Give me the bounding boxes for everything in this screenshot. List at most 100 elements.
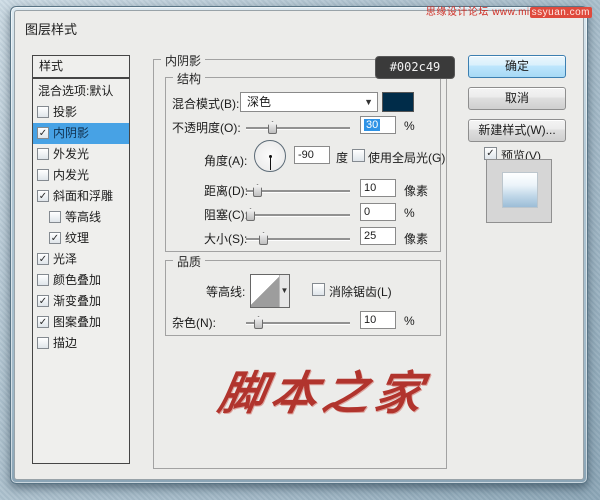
distance-label: 距离(D):	[204, 182, 248, 199]
style-preview-box	[486, 159, 552, 223]
quality-group-title: 品质	[173, 253, 205, 270]
sidebar-item-label: 等高线	[65, 210, 101, 224]
effect-checkbox[interactable]: ✓	[37, 127, 49, 139]
effect-checkbox[interactable]	[37, 337, 49, 349]
sidebar-item-label: 图案叠加	[53, 315, 101, 329]
site-watermark: 思缘设计论坛 www.missyuan.com	[426, 3, 592, 18]
effect-checkbox[interactable]: ✓	[49, 232, 61, 244]
sidebar-item-label: 渐变叠加	[53, 294, 101, 308]
size-value: 25	[364, 230, 376, 242]
site-watermark-url: www.mi	[492, 7, 529, 18]
structure-group-title: 结构	[173, 70, 205, 87]
antialias-checkbox[interactable]	[312, 283, 325, 296]
sidebar-item-2[interactable]: ✓ 内阴影	[33, 123, 129, 144]
sidebar-item-label: 斜面和浮雕	[53, 189, 113, 203]
angle-dial[interactable]	[254, 140, 286, 172]
effect-checkbox[interactable]: ✓	[37, 316, 49, 328]
sidebar-item-1[interactable]: 投影	[33, 102, 129, 123]
desktop: 思缘设计论坛 www.missyuan.com 图层样式 样式 混合选项:默认投…	[0, 0, 600, 500]
size-field[interactable]: 25	[360, 227, 396, 245]
sidebar-item-4[interactable]: 内发光	[33, 165, 129, 186]
ok-button[interactable]: 确定	[468, 55, 566, 78]
sidebar-item-label: 内发光	[53, 168, 89, 182]
choke-unit: %	[404, 206, 415, 220]
sidebar-item-label: 纹理	[65, 231, 89, 245]
chevron-down-icon: ▼	[279, 275, 289, 307]
effect-checkbox[interactable]: ✓	[37, 190, 49, 202]
distance-value: 10	[364, 182, 376, 194]
style-effects-list[interactable]: 混合选项:默认投影 ✓ 内阴影外发光内发光 ✓ 斜面和浮雕等高线 ✓ 纹理 ✓ 光泽颜色叠加 ✓ 渐…	[32, 78, 130, 464]
sidebar-item-5[interactable]: ✓ 斜面和浮雕	[33, 186, 129, 207]
opacity-unit: %	[404, 119, 415, 133]
contour-thumbnail	[251, 275, 279, 307]
sidebar-item-8[interactable]: ✓ 光泽	[33, 249, 129, 270]
cancel-button[interactable]: 取消	[468, 87, 566, 110]
script-home-watermark: 脚本之家	[214, 357, 434, 423]
size-label: 大小(S):	[204, 230, 247, 247]
sidebar-item-6[interactable]: 等高线	[33, 207, 129, 228]
angle-label: 角度(A):	[204, 152, 247, 169]
noise-slider[interactable]	[246, 322, 350, 325]
size-slider-thumb[interactable]	[259, 232, 268, 245]
blend-mode-dropdown[interactable]: 深色 ▼	[240, 92, 378, 112]
sidebar-item-0[interactable]: 混合选项:默认	[33, 81, 129, 102]
distance-slider-thumb[interactable]	[253, 184, 262, 197]
opacity-field[interactable]: 30	[360, 116, 396, 134]
opacity-value: 30	[364, 119, 380, 131]
noise-field[interactable]: 10	[360, 311, 396, 329]
opacity-label: 不透明度(O):	[172, 119, 241, 136]
new-style-button[interactable]: 新建样式(W)...	[468, 119, 566, 142]
effect-checkbox[interactable]: ✓	[37, 295, 49, 307]
angle-field[interactable]: -90	[294, 146, 330, 164]
sidebar-item-11[interactable]: ✓ 图案叠加	[33, 312, 129, 333]
noise-slider-thumb[interactable]	[254, 316, 263, 329]
site-watermark-name: 思缘设计论坛	[426, 7, 489, 18]
sidebar-item-12[interactable]: 描边	[33, 333, 129, 354]
noise-label: 杂色(N):	[172, 314, 216, 331]
effect-checkbox[interactable]	[37, 274, 49, 286]
choke-field[interactable]: 0	[360, 203, 396, 221]
effect-checkbox[interactable]	[49, 211, 61, 223]
quality-group: 品质 等高线: ▼ 消除锯齿(L) 杂色(N): 10 %	[165, 260, 441, 336]
shadow-color-swatch[interactable]	[382, 92, 414, 112]
effect-checkbox[interactable]	[37, 169, 49, 181]
style-preview-thumbnail	[502, 172, 538, 208]
dialog-content: 图层样式 样式 混合选项:默认投影✓内阴影外发光内发光✓斜面和浮雕等高线✓纹理✓…	[14, 10, 584, 480]
sidebar-item-3[interactable]: 外发光	[33, 144, 129, 165]
distance-slider[interactable]	[246, 190, 350, 193]
blend-mode-label: 混合模式(B):	[172, 95, 239, 112]
sidebar-item-label: 内阴影	[53, 126, 89, 140]
sidebar-item-label: 描边	[53, 336, 77, 350]
opacity-slider[interactable]	[246, 127, 350, 130]
dialog-title: 图层样式	[25, 19, 77, 38]
sidebar-item-9[interactable]: 颜色叠加	[33, 270, 129, 291]
structure-group: 结构 混合模式(B): 深色 ▼ 不透明度(O): 30 %	[165, 77, 441, 252]
chevron-down-icon: ▼	[364, 93, 373, 111]
color-value-tooltip: #002c49	[375, 56, 455, 79]
sidebar-item-7[interactable]: ✓ 纹理	[33, 228, 129, 249]
sidebar-item-10[interactable]: ✓ 渐变叠加	[33, 291, 129, 312]
contour-picker[interactable]: ▼	[250, 274, 290, 308]
opacity-slider-thumb[interactable]	[268, 121, 277, 134]
size-slider[interactable]	[246, 238, 350, 241]
effect-checkbox[interactable]	[37, 106, 49, 118]
angle-value: -90	[298, 149, 314, 161]
distance-unit: 像素	[404, 182, 428, 199]
sidebar-item-label: 投影	[53, 105, 77, 119]
choke-slider[interactable]	[246, 214, 350, 217]
contour-label: 等高线:	[206, 283, 245, 300]
sidebar-item-label: 光泽	[53, 252, 77, 266]
layer-style-dialog: 图层样式 样式 混合选项:默认投影✓内阴影外发光内发光✓斜面和浮雕等高线✓纹理✓…	[10, 6, 588, 484]
noise-value: 10	[364, 314, 376, 326]
size-unit: 像素	[404, 230, 428, 247]
global-light-label: 使用全局光(G)	[368, 149, 445, 166]
sidebar-item-label: 外发光	[53, 147, 89, 161]
sidebar-item-label: 混合选项:默认	[38, 84, 113, 98]
choke-label: 阻塞(C):	[204, 206, 248, 223]
blend-mode-value: 深色	[247, 95, 271, 109]
angle-unit: 度	[336, 149, 348, 166]
effect-checkbox[interactable]	[37, 148, 49, 160]
effect-checkbox[interactable]: ✓	[37, 253, 49, 265]
global-light-checkbox[interactable]	[352, 149, 365, 162]
distance-field[interactable]: 10	[360, 179, 396, 197]
